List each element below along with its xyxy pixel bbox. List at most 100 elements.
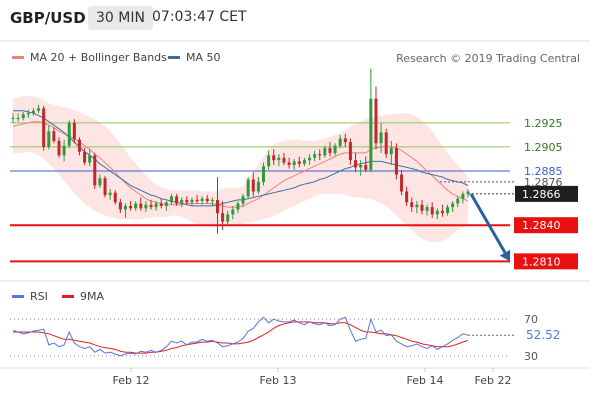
- candle-body: [108, 192, 112, 196]
- candle-body: [440, 210, 444, 214]
- candle-body: [456, 198, 460, 204]
- candle-body: [348, 142, 352, 161]
- candle-body: [221, 213, 225, 222]
- candle-body: [47, 131, 51, 147]
- x-axis-label: Feb 14: [407, 374, 444, 387]
- candle-body: [98, 178, 102, 186]
- candle-body: [318, 154, 322, 156]
- candle-body: [241, 196, 245, 204]
- candle-body: [88, 155, 92, 163]
- candle-body: [420, 204, 424, 211]
- candle-body: [26, 113, 30, 115]
- candle-body: [231, 209, 235, 215]
- candle-body: [302, 160, 306, 164]
- candle-body: [164, 202, 168, 206]
- candle-body: [277, 157, 281, 161]
- candle-body: [292, 161, 296, 165]
- forecast-arrow: [469, 193, 507, 254]
- candle-body: [256, 181, 260, 192]
- candle-body: [394, 148, 398, 175]
- candle-body: [210, 199, 214, 202]
- candle-body: [16, 118, 20, 119]
- candle-body: [37, 108, 41, 111]
- candle-body: [180, 199, 184, 204]
- candle-body: [42, 108, 46, 147]
- chart-widget: GBP/USD 30 MIN 07:03:47 CET MA 20 + Boll…: [0, 0, 590, 400]
- candle-body: [354, 160, 358, 168]
- candle-body: [154, 203, 158, 208]
- candle-body: [313, 154, 317, 158]
- candle-body: [446, 207, 450, 214]
- candle-body: [149, 204, 153, 208]
- price-chart-svg: 1.29251.29051.28851.28401.28101.28761.28…: [0, 40, 590, 387]
- candle-body: [83, 151, 87, 163]
- candle-body: [103, 178, 107, 196]
- candle-body: [343, 138, 347, 143]
- candle-body: [144, 204, 148, 209]
- candle-body: [134, 203, 138, 209]
- level-label-1-2905: 1.2905: [524, 141, 563, 154]
- candle-body: [451, 203, 455, 208]
- candle-body: [185, 199, 189, 203]
- candle-body: [430, 207, 434, 215]
- candle-body: [113, 192, 117, 203]
- candle-body: [333, 145, 337, 153]
- rsi-current-label: 52.52: [526, 328, 560, 342]
- candle-body: [139, 203, 143, 209]
- candle-body: [400, 174, 404, 192]
- candle-body: [31, 110, 35, 114]
- bollinger-band: [13, 96, 468, 243]
- candle-body: [405, 191, 409, 203]
- candle-body: [425, 207, 429, 211]
- candle-body: [190, 199, 194, 203]
- candle-body: [384, 132, 388, 155]
- x-axis-label: Feb 12: [113, 374, 150, 387]
- candle-body: [364, 164, 368, 170]
- level-label-1-2840: 1.2840: [522, 219, 561, 232]
- candle-body: [57, 140, 61, 156]
- candle-body: [200, 198, 204, 202]
- candle-body: [435, 210, 439, 215]
- candle-body: [93, 155, 97, 186]
- candle-body: [67, 122, 71, 146]
- candle-body: [466, 191, 470, 194]
- candle-body: [282, 157, 286, 163]
- candle-body: [410, 202, 414, 208]
- x-axis-label: Feb 13: [260, 374, 297, 387]
- candle-body: [297, 161, 301, 164]
- candle-body: [62, 145, 66, 156]
- candle-body: [123, 205, 127, 210]
- candle-body: [77, 139, 81, 152]
- candle-body: [52, 131, 56, 141]
- candle-body: [272, 155, 276, 161]
- x-axis-label: Feb 22: [475, 374, 512, 387]
- level-label-1-2925: 1.2925: [524, 117, 563, 130]
- candle-body: [118, 202, 122, 210]
- candle-body: [236, 203, 240, 210]
- candle-body: [246, 179, 250, 197]
- candle-body: [251, 179, 255, 192]
- level-label-1-2810: 1.2810: [522, 255, 561, 268]
- candle-body: [308, 157, 312, 161]
- candle-body: [169, 196, 173, 203]
- candle-body: [379, 132, 383, 144]
- last-price-label: 1.2866: [522, 188, 561, 201]
- candle-body: [21, 114, 25, 118]
- candle-body: [262, 166, 266, 182]
- candle-body: [328, 148, 332, 153]
- candle-body: [359, 164, 363, 168]
- candle-body: [129, 205, 133, 209]
- candle-body: [195, 199, 199, 202]
- rsi-ma-line: [13, 321, 469, 354]
- candle-body: [389, 148, 393, 155]
- candle-body: [72, 122, 76, 140]
- candle-body: [287, 162, 291, 165]
- candle-body: [323, 148, 327, 156]
- candle-body: [175, 196, 179, 204]
- rsi-tick-70: 70: [524, 313, 538, 326]
- candle-body: [338, 138, 342, 146]
- candle-body: [267, 155, 271, 167]
- candle-body: [159, 203, 163, 206]
- candle-body: [215, 199, 219, 214]
- candle-body: [374, 98, 378, 144]
